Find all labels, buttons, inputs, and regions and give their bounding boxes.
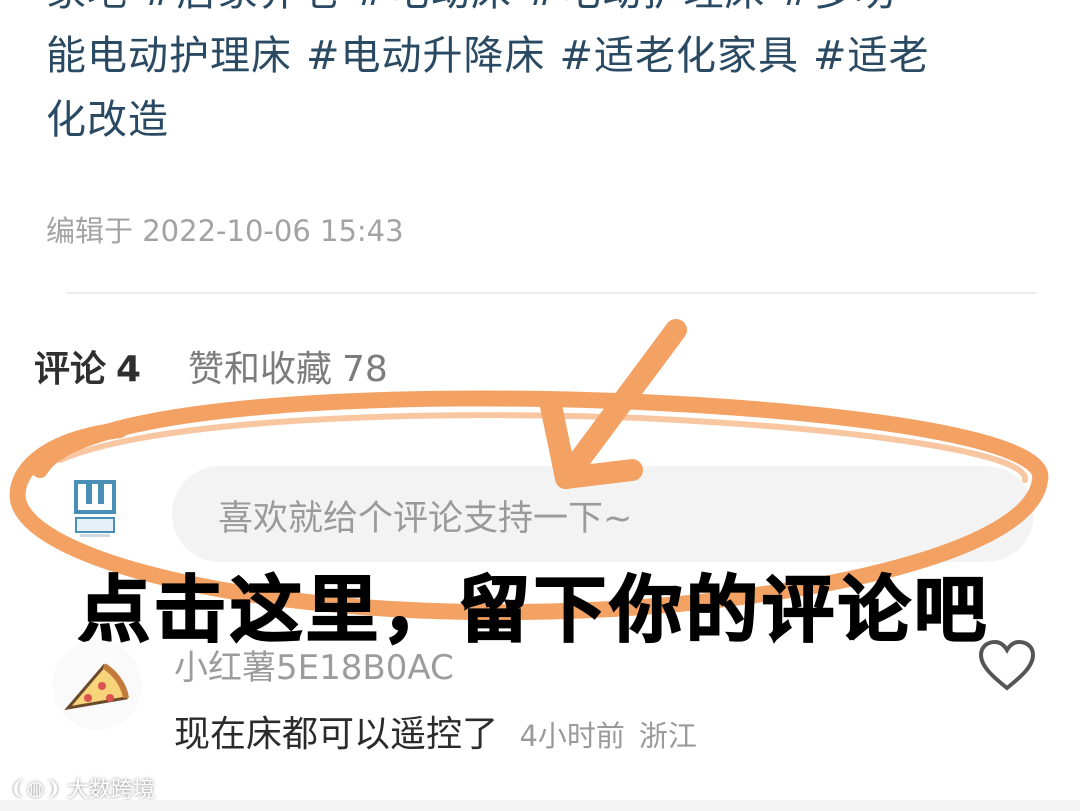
watermark-logo-icon: ❨◍❩ xyxy=(10,776,61,800)
pizza-icon xyxy=(64,663,129,711)
annotation-arrow-head-left xyxy=(540,395,577,489)
comment-meta: 4小时前 浙江 xyxy=(519,719,696,753)
commenter-avatar[interactable] xyxy=(52,640,142,730)
comment-region: 浙江 xyxy=(638,719,697,753)
comment-time: 4小时前 xyxy=(519,719,625,753)
comment-text: 现在床都可以遥控了 xyxy=(174,714,499,755)
comment-username[interactable]: 小红薯5E18B0AC xyxy=(174,640,454,689)
comment-body: 现在床都可以遥控了 4小时前 浙江 xyxy=(174,705,697,757)
annotation-overlay xyxy=(9,319,1049,621)
annotation-arrow-head-right xyxy=(555,459,643,489)
bottom-strip xyxy=(0,800,1080,811)
heart-icon[interactable] xyxy=(978,639,1036,692)
